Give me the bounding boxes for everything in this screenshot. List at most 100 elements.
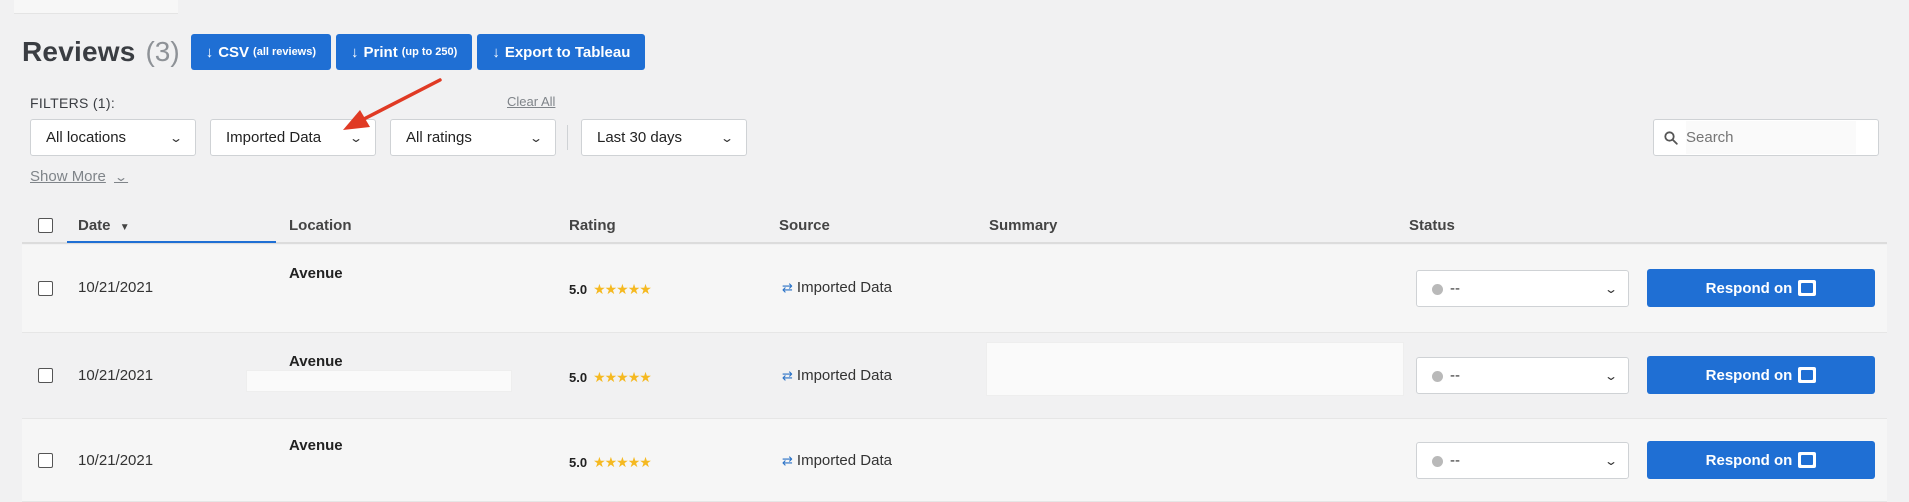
- respond-button[interactable]: Respond on: [1647, 269, 1875, 307]
- row-source: ⇄ Imported Data: [782, 279, 892, 296]
- chevron-down-icon: ⌄: [1603, 368, 1619, 383]
- source-dropdown[interactable]: Imported Data ⌄: [210, 119, 376, 156]
- row-date: 10/21/2021: [78, 367, 154, 384]
- arrow-down-icon: ↓: [205, 43, 214, 61]
- rating-value: 5.0: [569, 455, 588, 470]
- chevron-down-icon: ⌄: [1603, 453, 1619, 468]
- row-rating: 5.0 ★★★★★: [569, 454, 652, 471]
- search-box[interactable]: [1653, 119, 1879, 156]
- active-sort-indicator: [67, 241, 276, 243]
- status-dropdown[interactable]: -- ⌄: [1416, 270, 1629, 307]
- ratings-value: All ratings: [406, 129, 472, 146]
- respond-label: Respond on: [1705, 451, 1793, 469]
- imported-data-icon: ⇄: [782, 368, 793, 383]
- column-location[interactable]: Location: [289, 217, 352, 234]
- clear-all-link[interactable]: Clear All: [507, 94, 555, 109]
- status-dot-icon: [1432, 283, 1443, 295]
- imported-data-icon: ⇄: [782, 453, 793, 468]
- rating-value: 5.0: [569, 370, 588, 385]
- row-location: Avenue: [289, 265, 343, 282]
- row-rating: 5.0 ★★★★★: [569, 281, 652, 298]
- row-rating: 5.0 ★★★★★: [569, 369, 652, 386]
- imported-data-icon: [1798, 367, 1817, 383]
- column-status[interactable]: Status: [1409, 217, 1455, 234]
- row-location: Avenue: [289, 437, 343, 454]
- row-source: ⇄ Imported Data: [782, 452, 892, 469]
- column-source[interactable]: Source: [779, 217, 830, 234]
- filter-divider: [567, 125, 568, 150]
- export-tableau-button[interactable]: ↓ Export to Tableau: [477, 34, 646, 70]
- row-source: ⇄ Imported Data: [782, 367, 892, 384]
- tableau-label: Export to Tableau: [504, 43, 631, 61]
- print-button[interactable]: ↓ Print (up to 250): [336, 34, 473, 70]
- date-range-value: Last 30 days: [597, 129, 683, 146]
- row-date: 10/21/2021: [78, 452, 154, 469]
- chevron-down-icon: ⌄: [719, 130, 735, 145]
- title-row: Reviews (3) ↓ CSV (all reviews) ↓ Print …: [22, 34, 650, 70]
- chevron-down-icon: ⌄: [168, 130, 184, 145]
- row-location: Avenue: [289, 353, 343, 370]
- csv-export-button[interactable]: ↓ CSV (all reviews): [190, 34, 332, 70]
- filters-label: FILTERS (1):: [30, 95, 116, 111]
- show-more-link[interactable]: Show More ⌄: [30, 168, 128, 185]
- table-row[interactable]: 10/21/2021 Avenue 5.0 ★★★★★ ⇄ Imported Da…: [22, 333, 1887, 419]
- status-dropdown[interactable]: -- ⌄: [1416, 442, 1629, 479]
- chevron-down-icon: ⌄: [1603, 281, 1619, 296]
- redacted-summary: [986, 342, 1404, 396]
- respond-label: Respond on: [1705, 279, 1793, 297]
- star-rating-icon: ★★★★★: [593, 281, 652, 297]
- column-rating[interactable]: Rating: [569, 217, 616, 234]
- source-value: Imported Data: [226, 129, 322, 146]
- arrow-down-icon: ↓: [492, 43, 500, 61]
- ratings-dropdown[interactable]: All ratings ⌄: [390, 119, 556, 156]
- chevron-down-icon: ⌄: [528, 130, 544, 145]
- arrow-down-icon: ↓: [351, 43, 359, 61]
- column-date[interactable]: Date ▼: [78, 217, 130, 234]
- date-range-dropdown[interactable]: Last 30 days ⌄: [581, 119, 747, 156]
- column-date-label: Date: [78, 217, 111, 234]
- status-dot-icon: [1432, 455, 1443, 467]
- search-input[interactable]: [1686, 121, 1856, 154]
- imported-data-icon: ⇄: [782, 280, 793, 295]
- status-dropdown[interactable]: -- ⌄: [1416, 357, 1629, 394]
- locations-value: All locations: [46, 129, 127, 146]
- show-more-label: Show More: [30, 168, 106, 185]
- star-rating-icon: ★★★★★: [593, 454, 652, 470]
- status-value: --: [1450, 452, 1460, 469]
- chevron-down-icon: ⌄: [348, 130, 364, 145]
- respond-button[interactable]: Respond on: [1647, 356, 1875, 394]
- print-label: Print: [363, 43, 398, 61]
- sort-descending-icon: ▼: [119, 222, 130, 233]
- locations-dropdown[interactable]: All locations ⌄: [30, 119, 196, 156]
- status-value: --: [1450, 367, 1460, 384]
- source-label: Imported Data: [796, 279, 892, 296]
- column-summary: Summary: [989, 217, 1058, 234]
- respond-button[interactable]: Respond on: [1647, 441, 1875, 479]
- row-checkbox[interactable]: [38, 453, 53, 468]
- review-count: (3): [145, 36, 180, 67]
- rating-value: 5.0: [569, 282, 588, 297]
- row-checkbox[interactable]: [38, 281, 53, 296]
- imported-data-icon: [1798, 452, 1817, 468]
- source-label: Imported Data: [796, 452, 892, 469]
- redacted-address: [246, 370, 512, 392]
- imported-data-icon: [1798, 280, 1817, 296]
- csv-sub-label: (all reviews): [253, 46, 317, 58]
- chevron-down-icon: ⌄: [113, 169, 128, 184]
- status-dot-icon: [1432, 370, 1443, 382]
- table-header: Date ▼ Location Rating Source Summary St…: [22, 208, 1887, 244]
- star-rating-icon: ★★★★★: [593, 369, 652, 385]
- table-row[interactable]: 10/21/2021 Avenue 5.0 ★★★★★ ⇄ Imported Da…: [22, 419, 1887, 502]
- row-checkbox[interactable]: [38, 368, 53, 383]
- respond-label: Respond on: [1705, 366, 1793, 384]
- csv-label: CSV: [218, 43, 250, 61]
- table-row[interactable]: 10/21/2021 Avenue 5.0 ★★★★★ ⇄ Imported Da…: [22, 245, 1887, 333]
- search-icon: [1664, 130, 1678, 145]
- page-title: Reviews: [22, 36, 136, 67]
- top-tab-ghost: [14, 0, 178, 14]
- print-sub-label: (up to 250): [401, 46, 458, 58]
- row-date: 10/21/2021: [78, 279, 154, 296]
- status-value: --: [1450, 280, 1460, 297]
- select-all-checkbox[interactable]: [38, 218, 53, 233]
- source-label: Imported Data: [796, 367, 892, 384]
